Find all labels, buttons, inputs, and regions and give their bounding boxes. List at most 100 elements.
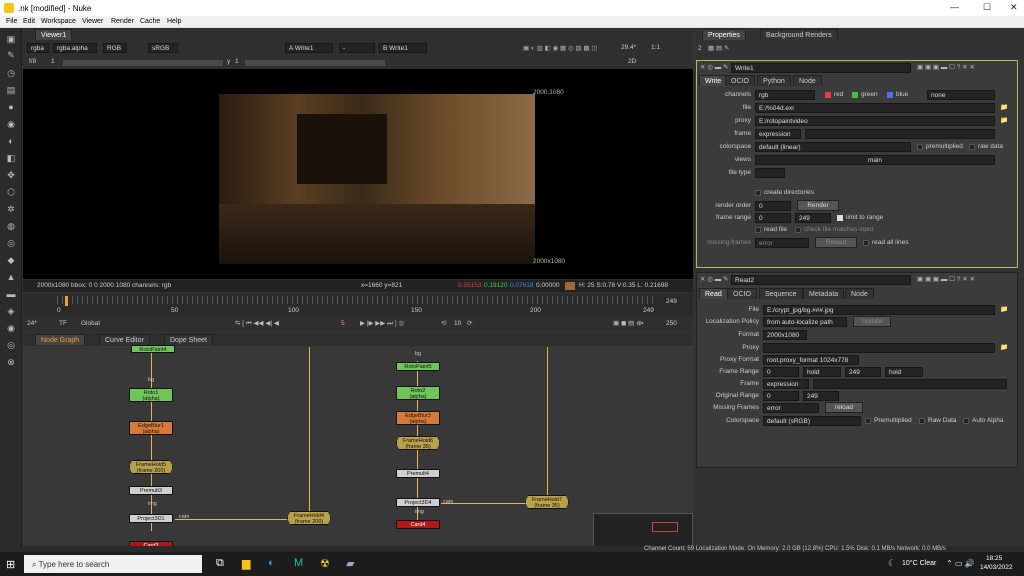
input-a-select[interactable]: A Write1: [285, 43, 333, 53]
channel-select[interactable]: rgba: [27, 43, 49, 53]
edge-icon[interactable]: ◐: [268, 557, 275, 569]
read-range-after[interactable]: hold: [885, 367, 923, 377]
deep-icon[interactable]: ◍: [6, 221, 16, 231]
read-file-input[interactable]: E:/crypt_jpg/bg.###.jpg: [763, 305, 995, 315]
read-all-lines-checkbox[interactable]: [863, 240, 869, 246]
node-framehold5[interactable]: FrameHold5 (frame 200): [129, 460, 173, 474]
localization-select[interactable]: from auto-localize path: [763, 317, 847, 327]
node-card4[interactable]: Card4: [396, 520, 440, 529]
menu-viewer[interactable]: Viewer: [82, 18, 103, 25]
node-graph-panel[interactable]: Node Graph Curve Editor Dope Sheet RotoP…: [23, 333, 693, 550]
read-premult-checkbox[interactable]: [865, 418, 871, 424]
nuke-taskbar-icon[interactable]: ☢: [320, 557, 330, 570]
file-explorer-icon[interactable]: ▆: [242, 557, 250, 570]
tab-read[interactable]: Read: [699, 288, 728, 299]
timeline[interactable]: 0 50 100 150 200 249 249: [23, 294, 693, 316]
minimize-icon[interactable]: —: [950, 2, 959, 12]
render-order-input[interactable]: 0: [755, 201, 791, 211]
zoom-ratio[interactable]: 1:1: [651, 44, 660, 51]
node-rotopaint4[interactable]: RotoPaint4: [131, 345, 175, 353]
update-button[interactable]: Update: [853, 316, 891, 327]
node-rotopaint5[interactable]: RotoPaint5: [396, 362, 440, 371]
node-edgeblur1[interactable]: EdgeBlur1 (alpha): [129, 421, 173, 435]
cara-icon[interactable]: ◎: [6, 340, 16, 350]
app-m-icon[interactable]: M: [294, 557, 303, 569]
file-type-select[interactable]: [755, 168, 785, 178]
time-icon[interactable]: ◷: [6, 68, 16, 78]
original-range-start[interactable]: 0: [763, 391, 799, 401]
file-input[interactable]: E:/%04d.exr: [755, 103, 995, 113]
image-icon[interactable]: ▣: [6, 34, 16, 44]
node-framehold4[interactable]: FrameHold4 (frame 200): [287, 511, 331, 525]
node-graph-minimap[interactable]: [593, 513, 693, 550]
raw-data-checkbox[interactable]: [969, 144, 975, 150]
merge-icon[interactable]: ◧: [6, 153, 16, 163]
gain-slider[interactable]: [63, 60, 223, 66]
frame-mode-select[interactable]: expression: [755, 129, 801, 139]
tab-dope-sheet[interactable]: Dope Sheet: [164, 334, 213, 345]
playhead[interactable]: [65, 296, 68, 306]
frame-range-end[interactable]: 249: [795, 213, 831, 223]
tab-node[interactable]: Node: [793, 75, 822, 86]
filter-icon[interactable]: ◉: [6, 119, 16, 129]
write-header-icons[interactable]: ✕ ◎ ▬ ✎: [700, 63, 728, 71]
tab-read-node[interactable]: Node: [845, 288, 874, 299]
metadata-icon[interactable]: ◆: [6, 255, 16, 265]
missing-frames-select[interactable]: error: [755, 238, 809, 248]
alpha-select[interactable]: rgba.alpha: [53, 43, 97, 53]
tab-sequence[interactable]: Sequence: [759, 288, 803, 299]
format-select[interactable]: 2000x1080: [763, 330, 807, 340]
green-checkbox[interactable]: [852, 92, 858, 98]
tab-background-renders[interactable]: Background Renders: [760, 29, 838, 40]
read-proxy-browse-icon[interactable]: 📁: [1000, 343, 1008, 351]
app-icon[interactable]: ▰: [346, 557, 354, 570]
views-select[interactable]: main: [755, 155, 995, 165]
menu-file[interactable]: File: [6, 18, 17, 25]
lut-select[interactable]: sRGB: [148, 43, 178, 53]
read-frame-mode[interactable]: expression: [763, 379, 809, 389]
proxy-input[interactable]: E:/rotopaintvideo: [755, 116, 995, 126]
step-forward-icon[interactable]: ⟳: [467, 319, 472, 327]
premultiplied-checkbox[interactable]: [917, 144, 923, 150]
channel-icon[interactable]: ▤: [6, 85, 16, 95]
ocula-icon[interactable]: ◉: [6, 323, 16, 333]
tab-viewer1[interactable]: Viewer1: [35, 29, 73, 40]
gamma-value[interactable]: 1: [235, 58, 239, 65]
read-node-name[interactable]: Read2: [731, 275, 911, 285]
menu-help[interactable]: Help: [167, 18, 181, 25]
viewer-tool-icons[interactable]: ▣ ◐ ▥ ◧ ◉ ▦ ◎ ▨ ▩ ◫: [523, 44, 598, 52]
taskbar-search[interactable]: ⌕ Type here to search: [24, 555, 202, 573]
original-range-end[interactable]: 249: [803, 391, 839, 401]
create-directories-checkbox[interactable]: [755, 190, 761, 196]
read-raw-checkbox[interactable]: [919, 418, 925, 424]
read-proxy-input[interactable]: [763, 343, 995, 353]
range-select[interactable]: Global: [81, 320, 100, 327]
frame-expression-input[interactable]: [805, 129, 995, 139]
node-edgeblur3[interactable]: EdgeBlur3 (alpha): [396, 411, 440, 425]
read-range-start[interactable]: 0: [763, 367, 799, 377]
fstop-label[interactable]: f/8: [29, 58, 36, 65]
read-colorspace-select[interactable]: default (sRGB): [763, 416, 861, 426]
current-frame[interactable]: 5: [341, 320, 345, 327]
read-range-before[interactable]: hold: [803, 367, 841, 377]
views-icon[interactable]: ◎: [6, 238, 16, 248]
node-project3d1[interactable]: Project3D1: [129, 514, 173, 523]
read-file-browse-icon[interactable]: 📁: [1000, 305, 1008, 313]
node-roto2[interactable]: Roto2 (alpha): [396, 386, 440, 400]
alpha-channel-select[interactable]: none: [927, 90, 995, 100]
menu-cache[interactable]: Cache: [140, 18, 160, 25]
task-view-icon[interactable]: ⧉: [216, 557, 224, 570]
node-premult3[interactable]: Premult3: [129, 486, 173, 495]
menu-workspace[interactable]: Workspace: [41, 18, 76, 25]
red-checkbox[interactable]: [825, 92, 831, 98]
node-premult4[interactable]: Premult4: [396, 469, 440, 478]
tab-write[interactable]: Write: [699, 75, 728, 86]
tab-curve-editor[interactable]: Curve Editor: [99, 334, 150, 345]
panel-count[interactable]: 2: [698, 45, 702, 52]
compare-op-select[interactable]: -: [339, 43, 375, 53]
furnace-icon[interactable]: ◈: [6, 306, 16, 316]
write-panel-buttons[interactable]: ▣ ▣ ▣ ▬ ☐ ? ✕ ✕: [917, 63, 975, 71]
tab-node-graph[interactable]: Node Graph: [35, 334, 86, 345]
end-frame[interactable]: 250: [666, 320, 677, 327]
read-reload-button[interactable]: reload: [825, 402, 863, 413]
